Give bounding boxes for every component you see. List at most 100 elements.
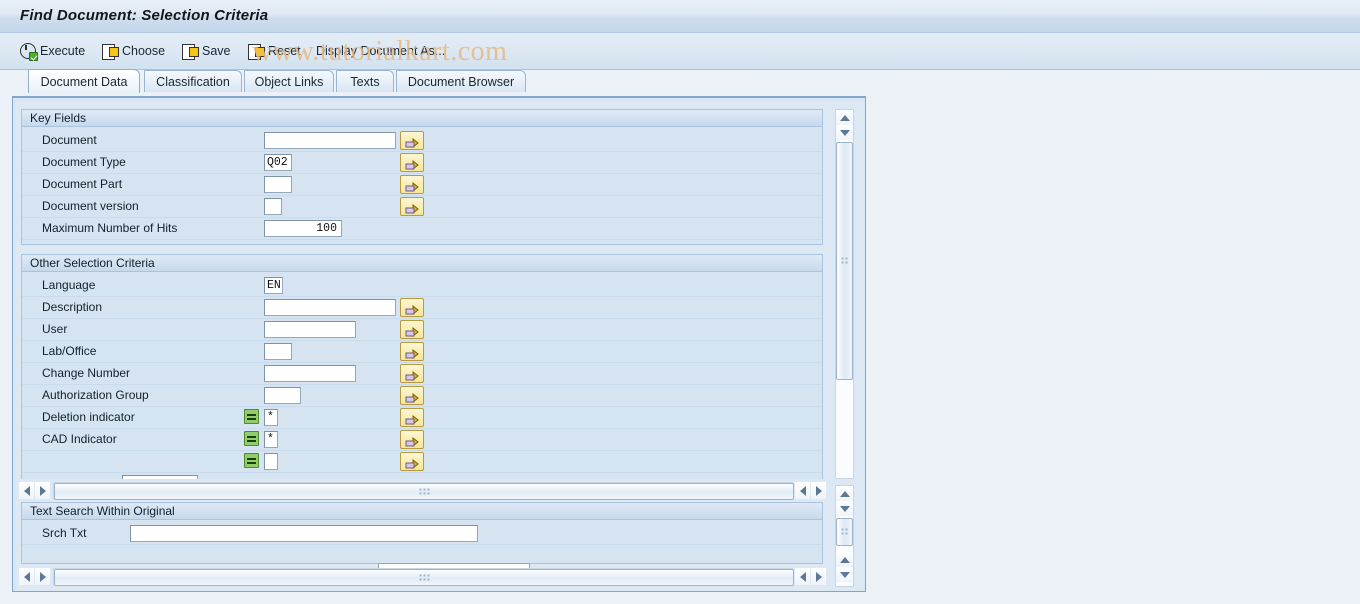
scroll-left-arrow[interactable] — [19, 568, 34, 585]
row-authorization-group: Authorization Group — [22, 385, 822, 407]
row-deletion-indicator: Deletion indicator * — [22, 407, 822, 429]
scroll-left-arrow-secondary[interactable] — [795, 568, 810, 585]
tab-document-data-label: Document Data — [40, 74, 128, 89]
multi-select-lab-office-button[interactable] — [400, 342, 424, 361]
horizontal-scroll-track[interactable] — [53, 568, 794, 586]
multi-select-document-type-button[interactable] — [400, 153, 424, 172]
display-document-as-button[interactable]: Display Document As... — [312, 38, 449, 64]
vertical-scroll-thumb[interactable] — [836, 518, 853, 546]
scroll-right-arrow[interactable] — [35, 568, 50, 585]
row-document-part: Document Part — [22, 174, 822, 196]
scroll-right-arrow-secondary[interactable] — [811, 568, 826, 585]
multi-select-deletion-indicator-button[interactable] — [400, 408, 424, 427]
tab-document-browser[interactable]: Document Browser — [396, 70, 526, 92]
save-button[interactable]: Save — [178, 38, 235, 64]
input-change-number[interactable] — [264, 365, 356, 382]
input-document[interactable] — [264, 132, 396, 149]
scroll-up-arrow-secondary[interactable] — [836, 552, 853, 567]
reset-button[interactable]: Reset — [244, 38, 305, 64]
row-srch-txt: Srch Txt — [22, 523, 822, 545]
row-maximum-number-of-hits: Maximum Number of Hits 100 — [22, 218, 822, 240]
row-change-number: Change Number — [22, 363, 822, 385]
multi-select-document-button[interactable] — [400, 131, 424, 150]
scroll-right-arrow-secondary[interactable] — [811, 482, 826, 499]
label-description: Description — [42, 300, 103, 314]
input-partial-next[interactable] — [264, 453, 278, 470]
label-user: User — [42, 322, 68, 336]
input-deletion-indicator[interactable]: * — [264, 409, 278, 426]
save-button-label: Save — [202, 44, 231, 58]
tab-classification-label: Classification — [156, 74, 230, 89]
tab-classification[interactable]: Classification — [144, 70, 242, 92]
criteria-scroll-viewport: Key Fields Document Document Type Q02 Do… — [21, 109, 831, 479]
horizontal-scroll-thumb[interactable] — [54, 483, 794, 500]
scroll-down-arrow[interactable] — [836, 501, 853, 516]
scroll-right-arrow[interactable] — [35, 482, 50, 499]
row-document: Document — [22, 130, 822, 152]
multi-select-cad-indicator-button[interactable] — [400, 430, 424, 449]
label-lab-office: Lab/Office — [42, 344, 97, 358]
multi-select-description-button[interactable] — [400, 298, 424, 317]
bottom-horizontal-scrollbar[interactable] — [19, 568, 855, 587]
input-srch-txt[interactable] — [130, 525, 478, 542]
input-authorization-group[interactable] — [264, 387, 301, 404]
execute-button-label: Execute — [40, 44, 86, 58]
key-fields-group: Key Fields Document Document Type Q02 Do… — [21, 109, 823, 245]
display-document-as-label: Display Document As... — [316, 44, 446, 58]
input-lab-office[interactable] — [264, 343, 292, 360]
row-description: Description — [22, 297, 822, 319]
criteria-vertical-scrollbar[interactable] — [835, 109, 854, 479]
selection-criteria-panel: Key Fields Document Document Type Q02 Do… — [12, 96, 866, 592]
panel-inner: Key Fields Document Document Type Q02 Do… — [16, 101, 864, 591]
input-maximum-number-of-hits[interactable]: 100 — [264, 220, 342, 237]
multi-select-user-button[interactable] — [400, 320, 424, 339]
input-clipped[interactable] — [122, 475, 198, 479]
scroll-left-arrow[interactable] — [19, 482, 34, 499]
execute-icon — [20, 42, 38, 61]
other-selection-criteria-header: Other Selection Criteria — [22, 255, 822, 272]
input-user[interactable] — [264, 321, 356, 338]
vertical-scroll-thumb[interactable] — [836, 142, 853, 380]
equals-icon[interactable] — [244, 453, 259, 468]
multi-select-authorization-group-button[interactable] — [400, 386, 424, 405]
tab-document-browser-label: Document Browser — [407, 74, 515, 89]
row-partial-next — [22, 451, 822, 473]
scroll-up-arrow[interactable] — [836, 486, 853, 501]
scroll-grip-icon — [419, 488, 430, 495]
input-description[interactable] — [264, 299, 396, 316]
multi-select-document-version-button[interactable] — [400, 197, 424, 216]
scroll-up-arrow[interactable] — [836, 110, 853, 125]
input-document-version[interactable] — [264, 198, 282, 215]
input-document-type[interactable]: Q02 — [264, 154, 292, 171]
scroll-left-arrow-secondary[interactable] — [795, 482, 810, 499]
multi-select-partial-next-button[interactable] — [400, 452, 424, 471]
execute-button[interactable]: Execute — [16, 38, 89, 64]
input-document-part[interactable] — [264, 176, 292, 193]
scroll-grip-icon — [419, 574, 430, 581]
row-lab-office: Lab/Office — [22, 341, 822, 363]
label-document-version: Document version — [42, 199, 139, 213]
row-user: User — [22, 319, 822, 341]
scroll-down-arrow[interactable] — [836, 125, 853, 140]
tab-texts[interactable]: Texts — [336, 70, 394, 92]
row-cad-indicator: CAD Indicator * — [22, 429, 822, 451]
multi-select-document-part-button[interactable] — [400, 175, 424, 194]
reset-button-label: Reset — [268, 44, 301, 58]
horizontal-scroll-track[interactable] — [53, 482, 794, 500]
input-language[interactable]: EN — [264, 277, 283, 294]
horizontal-scroll-thumb[interactable] — [54, 569, 794, 586]
equals-icon[interactable] — [244, 409, 259, 424]
multi-select-change-number-button[interactable] — [400, 364, 424, 383]
tab-document-data[interactable]: Document Data — [28, 69, 140, 93]
tab-object-links[interactable]: Object Links — [244, 70, 334, 92]
key-fields-header: Key Fields — [22, 110, 822, 127]
choose-button[interactable]: Choose — [98, 38, 169, 64]
page-title: Find Document: Selection Criteria — [20, 7, 269, 24]
criteria-horizontal-scrollbar[interactable] — [19, 482, 855, 501]
other-selection-criteria-body: Language EN Description User Lab/Office … — [22, 272, 822, 479]
label-maximum-number-of-hits: Maximum Number of Hits — [42, 221, 178, 235]
equals-icon[interactable] — [244, 431, 259, 446]
label-document-part: Document Part — [42, 177, 123, 191]
label-change-number: Change Number — [42, 366, 131, 380]
input-cad-indicator[interactable]: * — [264, 431, 278, 448]
